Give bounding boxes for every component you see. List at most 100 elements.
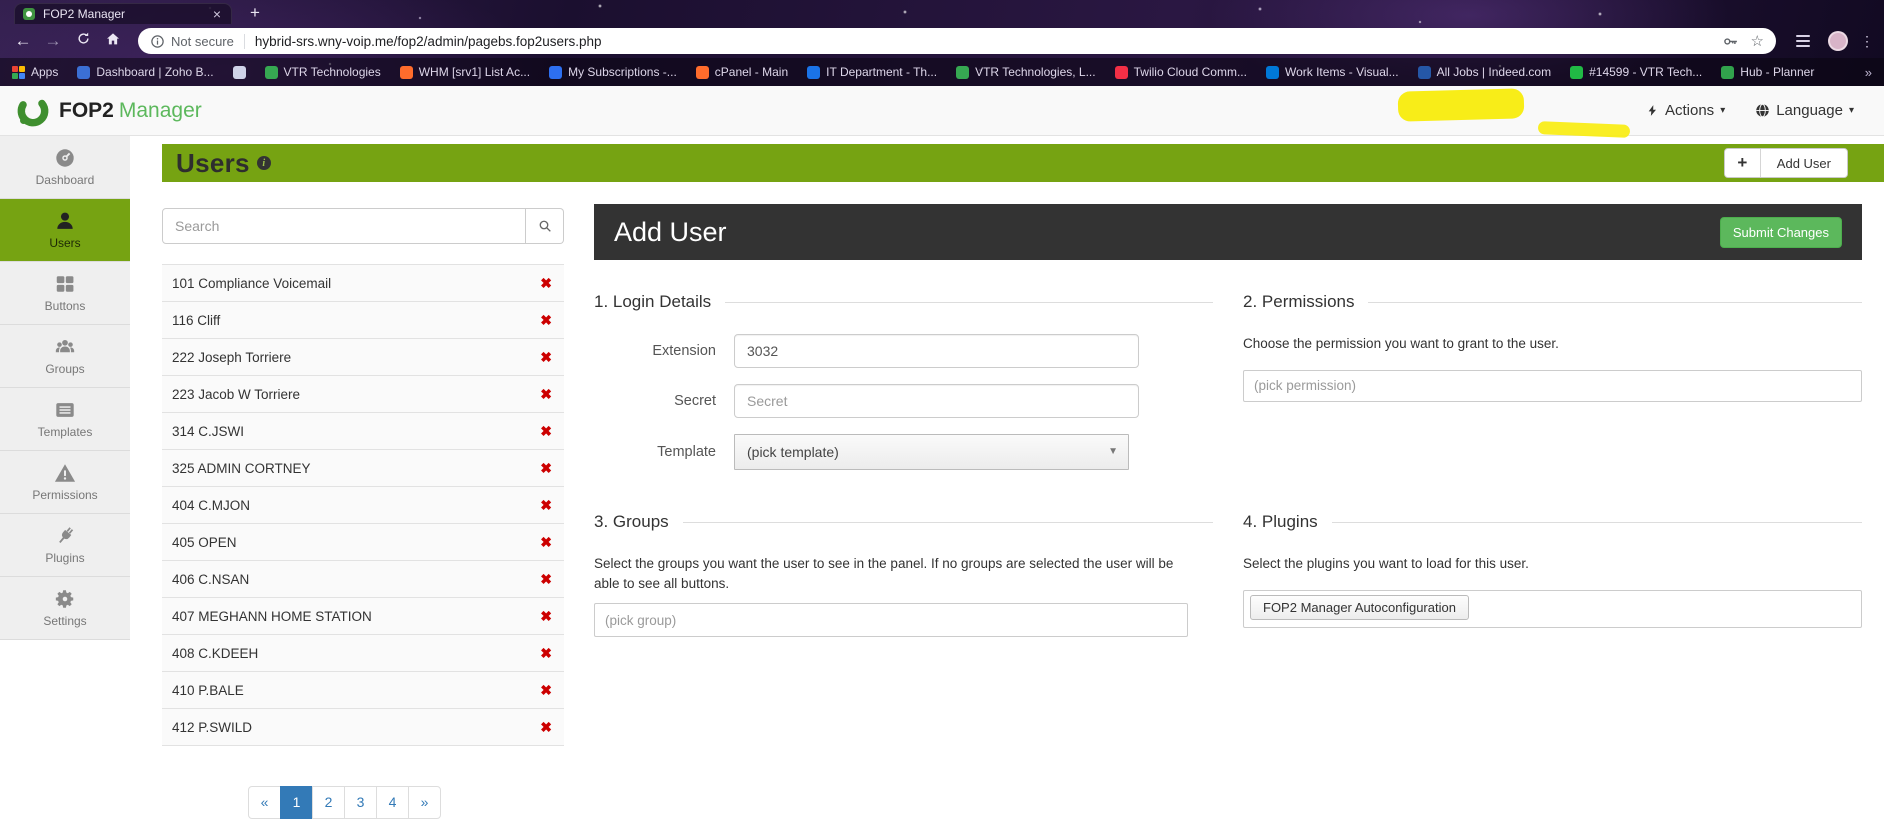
actions-label: Actions [1664,102,1715,119]
search-input[interactable] [162,208,526,244]
secret-field[interactable] [734,384,1139,418]
search-button[interactable] [526,208,564,244]
language-menu[interactable]: Language ▾ [1755,102,1854,119]
url-bar[interactable]: Not secure hybrid-srs.wny-voip.me/fop2/a… [138,28,1776,54]
bookmark-item[interactable]: VTR Technologies, L... [956,65,1096,79]
key-icon[interactable] [1722,33,1739,50]
logo-text-bold: FOP2 [59,98,114,122]
plugin-picker[interactable]: FOP2 Manager Autoconfiguration [1243,589,1862,628]
sidebar-item-users[interactable]: Users [0,199,130,262]
bookmark-item[interactable]: Apps [12,65,58,79]
add-user-plus-button[interactable]: + [1724,149,1761,177]
user-list-item[interactable]: 406 C.NSAN ✖ [162,561,564,598]
delete-user-icon[interactable]: ✖ [540,571,552,588]
delete-user-icon[interactable]: ✖ [540,497,552,514]
back-icon[interactable]: ← [10,31,36,51]
browser-menu-icon[interactable]: ⋮ [1860,33,1874,50]
delete-user-icon[interactable]: ✖ [540,312,552,329]
plugin-chip[interactable]: FOP2 Manager Autoconfiguration [1250,594,1469,620]
bookmark-label: All Jobs | Indeed.com [1436,65,1552,79]
info-icon[interactable]: i [256,156,271,170]
bookmark-item[interactable]: My Subscriptions -... [549,65,677,79]
user-list-item[interactable]: 412 P.SWILD ✖ [162,709,564,746]
bookmark-item[interactable]: Work Items - Visual... [1265,65,1399,79]
add-user-button[interactable]: Add User [1760,149,1847,177]
user-list-item[interactable]: 101 Compliance Voicemail ✖ [162,265,564,302]
bookmark-item[interactable]: Hub - Planner [1721,65,1814,79]
bookmark-item[interactable]: Twilio Cloud Comm... [1114,65,1247,79]
user-list-item[interactable]: 408 C.KDEEH ✖ [162,635,564,672]
group-picker[interactable] [594,603,1188,638]
delete-user-icon[interactable]: ✖ [540,645,552,662]
user-name: 407 MEGHANN HOME STATION [172,608,372,624]
delete-user-icon[interactable]: ✖ [540,534,552,551]
delete-user-icon[interactable]: ✖ [540,386,552,403]
user-list-item[interactable]: 407 MEGHANN HOME STATION ✖ [162,598,564,635]
delete-user-icon[interactable]: ✖ [540,460,552,477]
tab-title: FOP2 Manager [43,7,126,21]
bookmark-star-icon[interactable]: ☆ [1751,32,1764,50]
sidebar-item-settings[interactable]: Settings [0,577,130,640]
user-list-item[interactable]: 223 Jacob W Torriere ✖ [162,376,564,413]
delete-user-icon[interactable]: ✖ [540,719,552,736]
submit-changes-button[interactable]: Submit Changes [1719,216,1842,248]
bookmark-label: Twilio Cloud Comm... [1133,65,1247,79]
user-list-item[interactable]: 405 OPEN ✖ [162,524,564,561]
pagination-prev[interactable]: « [248,786,281,819]
fop2-logo[interactable]: FOP2 Manager [16,94,202,128]
sidebar-item-plugins[interactable]: Plugins [0,514,130,577]
delete-user-icon[interactable]: ✖ [540,682,552,699]
user-list-item[interactable]: 222 Joseph Torriere ✖ [162,339,564,376]
pagination-page-1[interactable]: 1 [280,786,313,819]
info-circle-icon[interactable] [150,34,165,49]
reading-list-icon[interactable] [1796,35,1810,47]
groups-help: Select the groups you want the user to s… [594,556,1174,591]
sidebar-item-groups[interactable]: Groups [0,325,130,388]
bookmark-item[interactable]: All Jobs | Indeed.com [1417,65,1552,79]
sidebar-item-dashboard[interactable]: Dashboard [0,136,130,199]
section-divider [682,521,1213,523]
sidebar-item-templates[interactable]: Templates [0,388,130,451]
user-list-item[interactable]: 404 C.MJON ✖ [162,487,564,524]
home-icon[interactable] [100,31,126,52]
delete-user-icon[interactable]: ✖ [540,423,552,440]
bookmark-item[interactable]: cPanel - Main [695,65,788,79]
extension-field[interactable] [734,334,1139,368]
forward-icon[interactable]: → [40,31,66,51]
cpanel-favicon [695,65,709,79]
permissions-help: Choose the permission you want to grant … [1243,336,1559,351]
groups-section: 3. Groups Select the groups you want the… [594,512,1213,638]
permission-picker[interactable] [1243,369,1862,402]
bookmark-item[interactable]: Dashboard | Zoho B... [77,65,214,79]
twilio-favicon [1114,65,1128,79]
user-list-item[interactable]: 410 P.BALE ✖ [162,672,564,709]
bookmark-item[interactable] [232,65,246,79]
profile-avatar[interactable] [1828,31,1848,51]
bookmark-item[interactable]: IT Department - Th... [807,65,937,79]
user-name: 314 C.JSWI [172,423,245,439]
bookmarks-overflow-icon[interactable]: » [1865,65,1872,80]
template-select[interactable]: (pick template) ▼ [734,434,1129,470]
user-list-item[interactable]: 325 ADMIN CORTNEY ✖ [162,450,564,487]
actions-menu[interactable]: Actions ▾ [1397,87,1725,138]
delete-user-icon[interactable]: ✖ [540,349,552,366]
refresh-icon[interactable] [70,31,96,51]
url-text[interactable]: hybrid-srs.wny-voip.me/fop2/admin/pagebs… [255,34,1710,49]
user-list-item[interactable]: 116 Cliff ✖ [162,302,564,339]
pagination-page-4[interactable]: 4 [376,786,409,819]
tab-close-icon[interactable]: × [211,7,223,21]
delete-user-icon[interactable]: ✖ [540,608,552,625]
bookmark-item[interactable]: VTR Technologies [264,65,381,79]
pagination-page-3[interactable]: 3 [344,786,377,819]
pagination-next[interactable]: » [408,786,441,819]
sidebar-item-buttons[interactable]: Buttons [0,262,130,325]
bookmark-item[interactable]: WHM [srv1] List Ac... [399,65,530,79]
new-tab-button[interactable]: + [250,4,260,21]
pagination-page-2[interactable]: 2 [312,786,345,819]
delete-user-icon[interactable]: ✖ [540,275,552,292]
sidebar-item-permissions[interactable]: Permissions [0,451,130,514]
bookmark-item[interactable]: #14599 - VTR Tech... [1570,65,1702,79]
browser-tab[interactable]: FOP2 Manager × [14,3,232,24]
user-list-item[interactable]: 314 C.JSWI ✖ [162,413,564,450]
sidebar-item-label: Permissions [32,488,98,502]
